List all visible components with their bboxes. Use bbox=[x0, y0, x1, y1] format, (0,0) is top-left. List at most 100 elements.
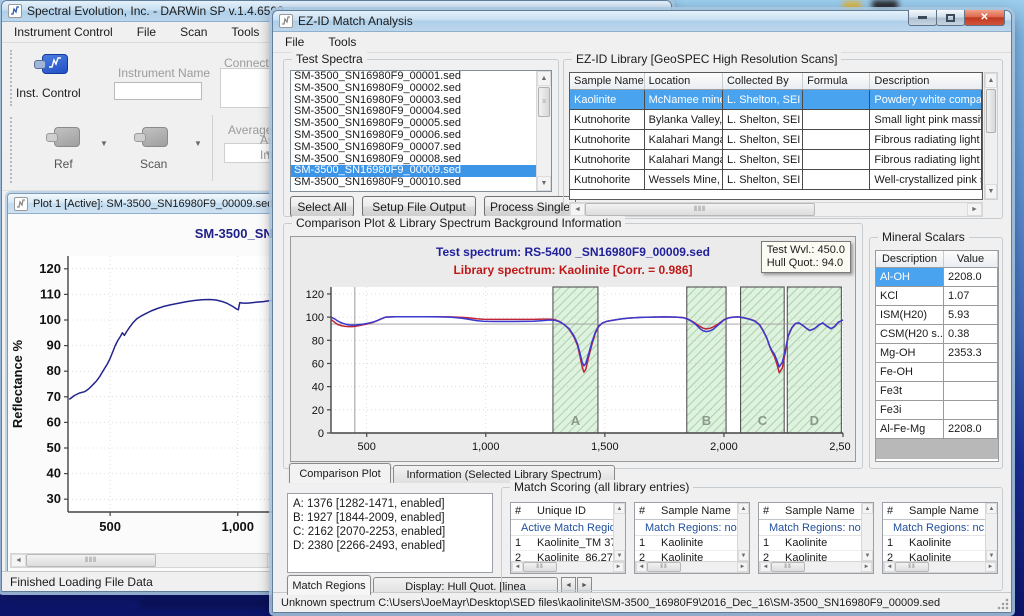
column-header[interactable]: Unique ID bbox=[533, 503, 619, 519]
close-button[interactable]: ✕ bbox=[964, 10, 1005, 26]
match-region-item[interactable]: C: 2162 [2070-2253, enabled] bbox=[290, 525, 490, 539]
scroll-down-icon[interactable]: ▼ bbox=[986, 550, 997, 561]
ref-label[interactable]: Ref bbox=[54, 157, 73, 171]
mineral-row[interactable]: Al-Fe-Mg2208.0 bbox=[876, 420, 998, 439]
scroll-left-icon[interactable]: ◄ bbox=[884, 562, 895, 572]
resize-grip[interactable] bbox=[997, 598, 1009, 610]
score-hscrollbar[interactable]: ◄⦀⦀ ► bbox=[883, 561, 997, 573]
scroll-up-icon[interactable]: ▲ bbox=[862, 503, 873, 514]
scroll-thumb[interactable]: ⦀⦀ bbox=[895, 562, 929, 572]
dialog-menu-item-file[interactable]: File bbox=[273, 32, 316, 52]
mineral-row[interactable]: Al-OH2208.0 bbox=[876, 268, 998, 287]
score-row[interactable]: 1Kaolinite bbox=[883, 536, 997, 551]
toolbar-grip[interactable] bbox=[10, 117, 13, 183]
test-spectra-item[interactable]: SM-3500_SN16980F9_00007.sed bbox=[291, 142, 551, 154]
menu-item-instrument-control[interactable]: Instrument Control bbox=[2, 22, 125, 42]
mineral-row[interactable]: Fe3t bbox=[876, 382, 998, 401]
test-spectra-item[interactable]: SM-3500_SN16980F9_00010.sed bbox=[291, 177, 551, 189]
mineral-row[interactable]: ISM(H20)5.93 bbox=[876, 306, 998, 325]
table-row[interactable]: KaoliniteMcNamee mine, ...L. Shelton, SE… bbox=[570, 90, 982, 110]
tab-comparison-plot[interactable]: Comparison Plot bbox=[289, 463, 391, 483]
minimize-button[interactable] bbox=[908, 10, 937, 26]
scroll-right-icon[interactable]: ► bbox=[737, 562, 748, 572]
scroll-up-icon[interactable]: ▲ bbox=[614, 503, 625, 514]
score-hscrollbar[interactable]: ◄⦀⦀ ► bbox=[759, 561, 873, 573]
instrument-control-icon[interactable] bbox=[34, 52, 74, 78]
scroll-down-icon[interactable]: ▼ bbox=[862, 550, 873, 561]
instrument-name-input[interactable] bbox=[114, 82, 202, 100]
column-header[interactable]: # bbox=[883, 503, 905, 519]
library-hscrollbar[interactable]: ◄ ⦀⦀⦀ ► bbox=[569, 202, 983, 217]
score-hscrollbar[interactable]: ◄⦀⦀ ► bbox=[511, 561, 625, 573]
ref-icon[interactable] bbox=[46, 125, 86, 151]
tab-match-regions[interactable]: Match Regions bbox=[287, 575, 371, 595]
scan-icon[interactable] bbox=[134, 125, 174, 151]
column-header-description[interactable]: Description bbox=[876, 251, 944, 267]
column-header-collected-by[interactable]: Collected By bbox=[723, 73, 803, 89]
scroll-left-icon[interactable]: ◄ bbox=[11, 554, 26, 567]
scroll-thumb[interactable]: ⦀⦀ bbox=[771, 562, 805, 572]
mineral-row[interactable]: CSM(H20 s...0.38 bbox=[876, 325, 998, 344]
menu-item-file[interactable]: File bbox=[125, 22, 168, 42]
column-header-description[interactable]: Description bbox=[870, 73, 982, 89]
scroll-right-icon[interactable]: ► bbox=[613, 562, 624, 572]
score-row[interactable]: 1Kaolinite_TM 3706 bbox=[511, 536, 625, 551]
dialog-menu-item-tools[interactable]: Tools bbox=[316, 32, 368, 52]
score-hscrollbar[interactable]: ◄⦀⦀ ► bbox=[635, 561, 749, 573]
mineral-row[interactable]: Fe-OH bbox=[876, 363, 998, 382]
plot1-horizontal-scrollbar[interactable]: ◄ ⦀⦀⦀ ► bbox=[10, 553, 283, 568]
mineral-row[interactable]: Fe3i bbox=[876, 401, 998, 420]
table-row[interactable]: KutnohoriteKalahari Mangan...L. Shelton,… bbox=[570, 150, 982, 170]
ref-dropdown-caret[interactable]: ▼ bbox=[100, 139, 108, 148]
scan-dropdown-caret[interactable]: ▼ bbox=[194, 139, 202, 148]
column-header[interactable]: Sample Name bbox=[905, 503, 991, 519]
table-row[interactable]: KutnohoriteWessels Mine, K...L. Shelton,… bbox=[570, 170, 982, 190]
menu-item-tools[interactable]: Tools bbox=[219, 22, 271, 42]
scroll-down-icon[interactable]: ▼ bbox=[537, 176, 551, 191]
table-row[interactable]: KutnohoriteBylanka Valley, K...L. Shelto… bbox=[570, 110, 982, 130]
scroll-thumb[interactable]: ⦀⦀ bbox=[647, 562, 681, 572]
column-header[interactable]: # bbox=[511, 503, 533, 519]
scroll-up-icon[interactable]: ▲ bbox=[738, 503, 749, 514]
scroll-left-icon[interactable]: ◄ bbox=[760, 562, 771, 572]
score-row[interactable]: 1Kaolinite bbox=[759, 536, 873, 551]
column-header[interactable]: Sample Name bbox=[781, 503, 867, 519]
table-row[interactable]: KutnohoriteKalahari Mangan...L. Shelton,… bbox=[570, 130, 982, 150]
mineral-row[interactable]: Mg-OH2353.3 bbox=[876, 344, 998, 363]
test-spectra-item[interactable]: SM-3500_SN16980F9_00002.sed bbox=[291, 83, 551, 95]
match-region-item[interactable]: A: 1376 [1282-1471, enabled] bbox=[290, 497, 490, 511]
match-region-item[interactable]: B: 1927 [1844-2009, enabled] bbox=[290, 511, 490, 525]
scroll-up-icon[interactable]: ▲ bbox=[985, 73, 997, 88]
scroll-thumb[interactable]: ⦀⦀ bbox=[523, 562, 557, 572]
library-vscrollbar[interactable]: ▲ ▼ bbox=[984, 72, 998, 200]
scroll-right-icon[interactable]: ► bbox=[967, 203, 982, 216]
scroll-left-icon[interactable]: ◄ bbox=[636, 562, 647, 572]
scroll-down-icon[interactable]: ▼ bbox=[985, 184, 997, 199]
scroll-thumb[interactable] bbox=[986, 89, 996, 133]
column-header-formula[interactable]: Formula bbox=[803, 73, 870, 89]
dialog-title-bar[interactable]: EZ-ID Match Analysis ✕ bbox=[273, 11, 1011, 32]
scroll-thumb[interactable]: ≡ bbox=[538, 87, 550, 117]
scroll-thumb[interactable]: ⦀⦀⦀ bbox=[585, 203, 815, 216]
scroll-right-icon[interactable]: ► bbox=[861, 562, 872, 572]
scroll-up-icon[interactable]: ▲ bbox=[986, 503, 997, 514]
mineral-row[interactable]: KCl1.07 bbox=[876, 287, 998, 306]
scroll-left-icon[interactable]: ◄ bbox=[512, 562, 523, 572]
column-header[interactable]: # bbox=[759, 503, 781, 519]
instrument-control-label[interactable]: Inst. Control bbox=[16, 86, 81, 100]
plot1-title-bar[interactable]: Plot 1 [Active]: SM-3500_SN16980F9_00009… bbox=[8, 194, 285, 214]
column-header-value[interactable]: Value bbox=[944, 251, 998, 267]
score-row[interactable]: 1Kaolinite bbox=[635, 536, 749, 551]
menu-item-scan[interactable]: Scan bbox=[168, 22, 219, 42]
toolbar-grip[interactable] bbox=[10, 50, 13, 106]
scroll-right-icon[interactable]: ► bbox=[985, 562, 996, 572]
column-header[interactable]: Sample Name bbox=[657, 503, 743, 519]
scan-label[interactable]: Scan bbox=[140, 157, 167, 171]
column-header[interactable]: # bbox=[635, 503, 657, 519]
setup-file-output-button[interactable]: Setup File Output bbox=[362, 196, 476, 217]
column-header-sample-name[interactable]: Sample Name bbox=[570, 73, 645, 89]
maximize-button[interactable] bbox=[936, 10, 965, 26]
match-region-item[interactable]: D: 2380 [2266-2493, enabled] bbox=[290, 539, 490, 553]
column-header-location[interactable]: Location bbox=[645, 73, 723, 89]
test-spectra-item[interactable]: SM-3500_SN16980F9_00006.sed bbox=[291, 130, 551, 142]
